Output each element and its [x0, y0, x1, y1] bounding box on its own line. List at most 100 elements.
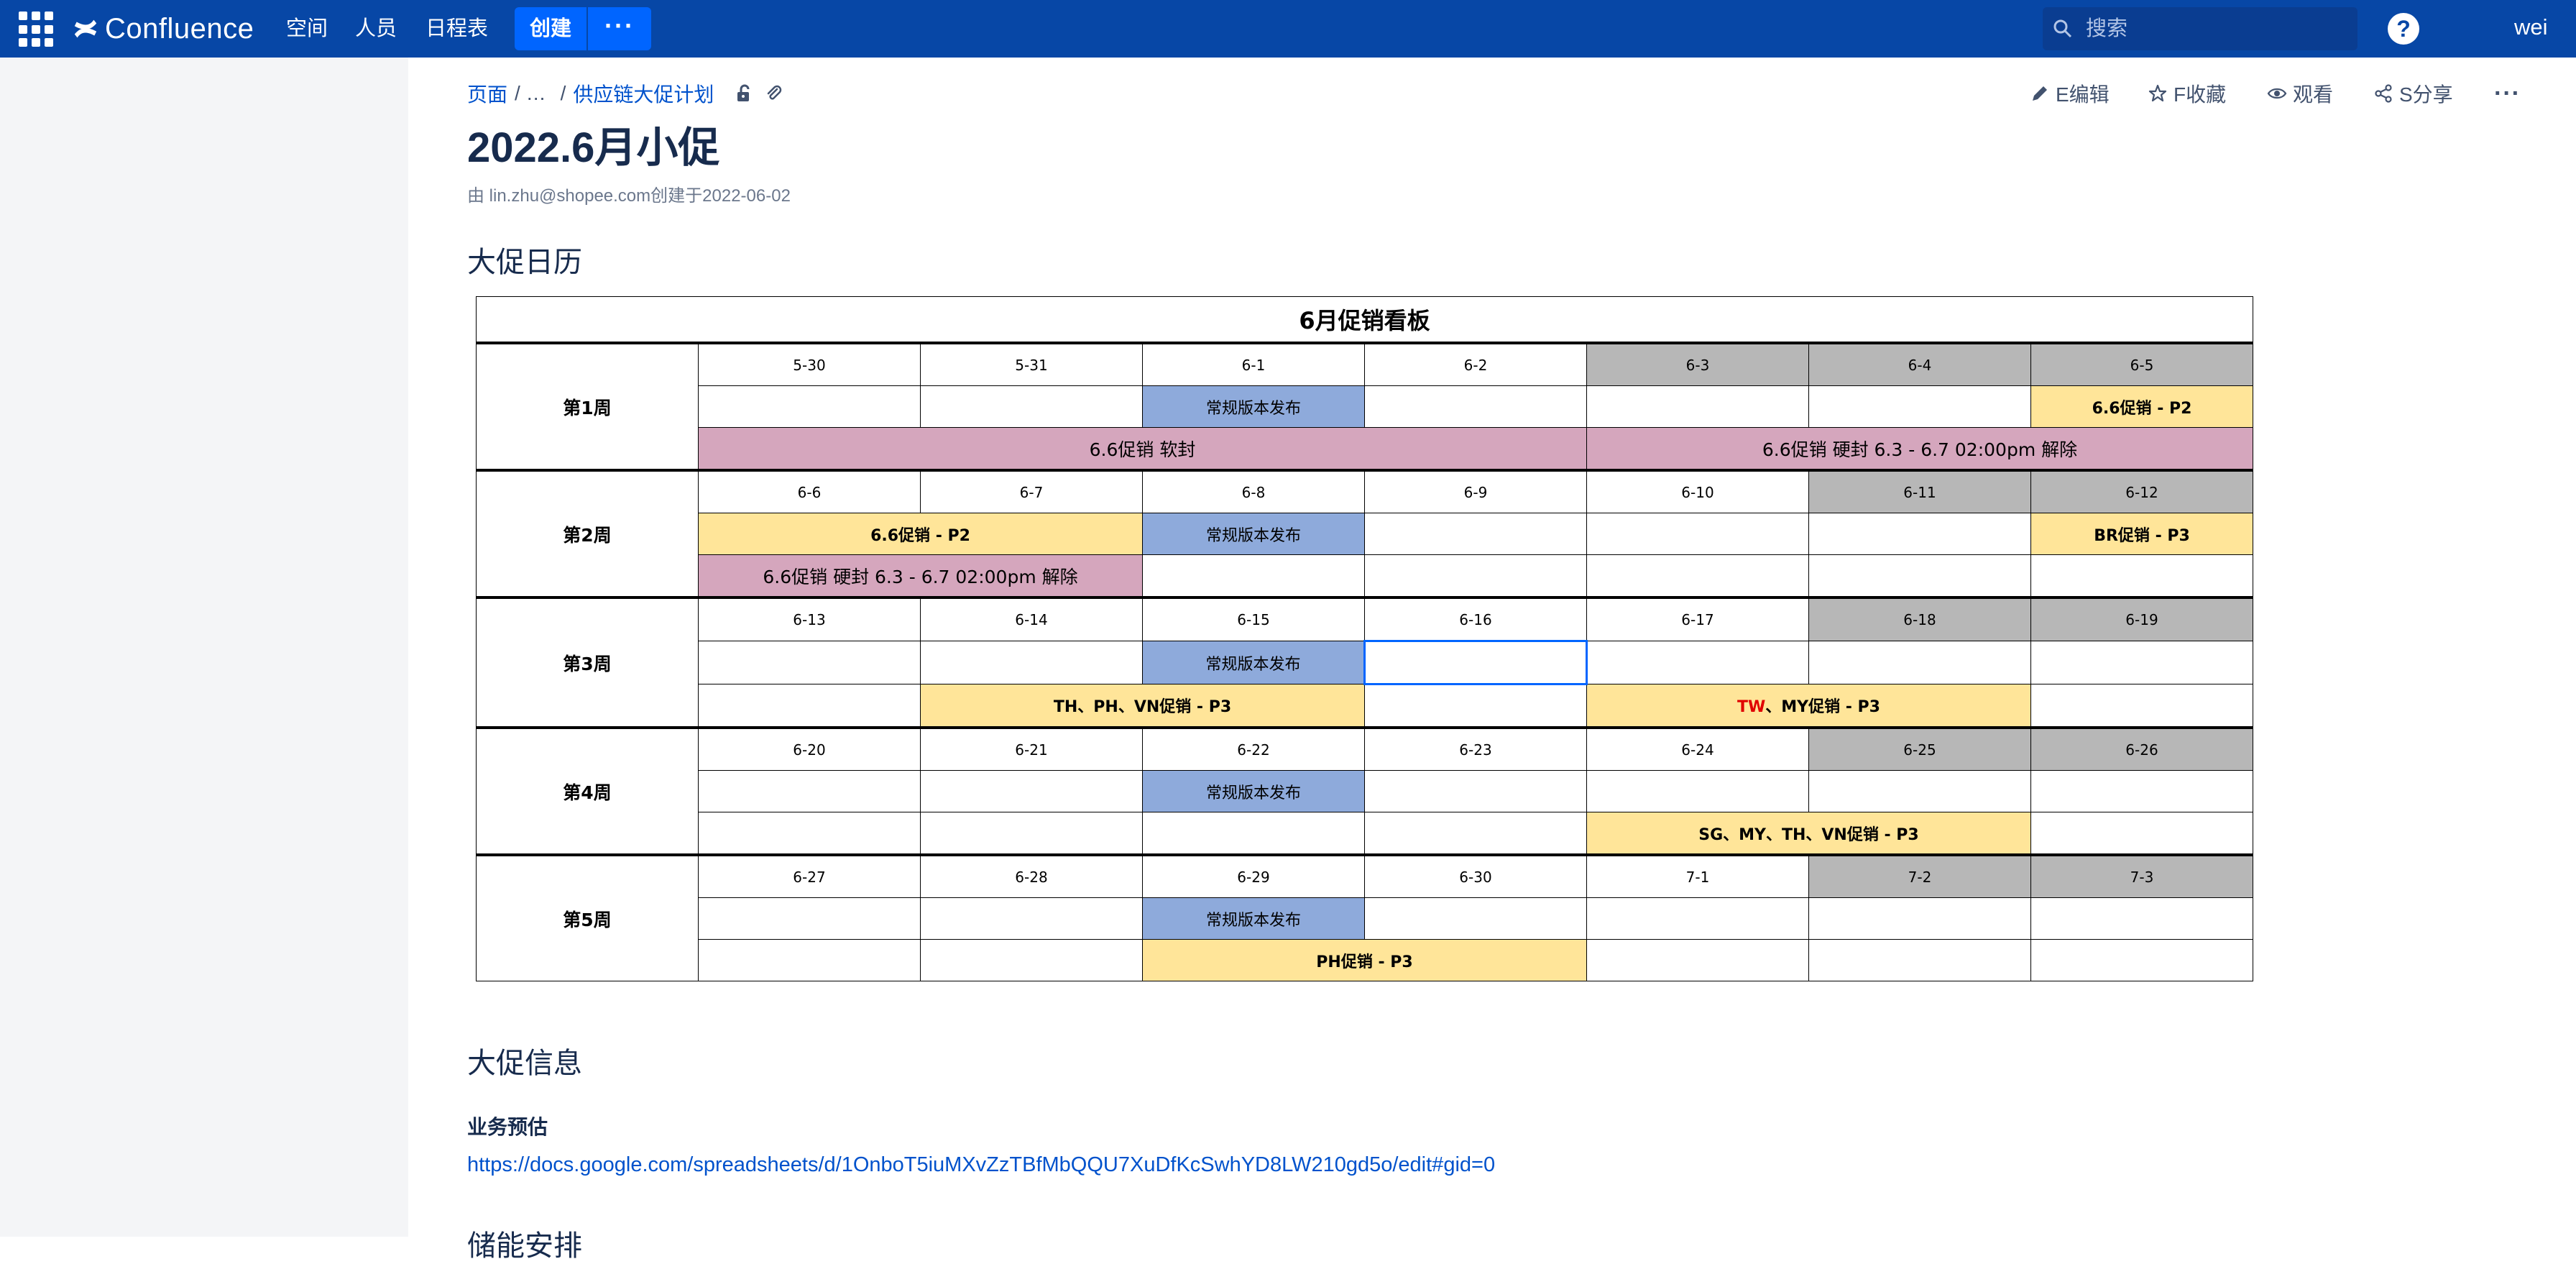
date-cell[interactable]: 5-31: [920, 342, 1143, 386]
breadcrumb-parent[interactable]: 供应链大促计划: [573, 79, 714, 108]
empty-cell[interactable]: [920, 385, 1143, 428]
empty-cell[interactable]: [698, 684, 921, 728]
date-cell[interactable]: 6-24: [1586, 726, 1809, 771]
empty-cell[interactable]: [2030, 554, 2253, 598]
empty-cell[interactable]: [698, 770, 921, 812]
empty-cell[interactable]: [2030, 641, 2253, 684]
date-cell[interactable]: 6-29: [1142, 853, 1365, 898]
hard-freeze-cell[interactable]: 6.6促销 硬封 6.3 - 6.7 02:00pm 解除: [698, 554, 1143, 598]
promo-cell[interactable]: 6.6促销 - P2: [698, 513, 1143, 555]
date-cell[interactable]: 6-27: [698, 853, 921, 898]
date-cell-weekend[interactable]: 6-19: [2030, 596, 2253, 641]
empty-cell[interactable]: [1586, 554, 1809, 598]
soft-freeze-cell[interactable]: 6.6促销 软封: [698, 427, 1587, 471]
empty-cell[interactable]: [698, 812, 921, 856]
empty-cell[interactable]: [920, 641, 1143, 684]
forecast-spreadsheet-link[interactable]: https://docs.google.com/spreadsheets/d/1…: [467, 1153, 1495, 1177]
date-cell[interactable]: 6-23: [1364, 726, 1587, 771]
release-cell[interactable]: 常规版本发布: [1142, 513, 1365, 555]
help-icon[interactable]: ?: [2388, 13, 2419, 45]
empty-cell[interactable]: [920, 770, 1143, 812]
date-cell[interactable]: 6-20: [698, 726, 921, 771]
date-cell-weekend[interactable]: 6-5: [2030, 342, 2253, 386]
release-cell[interactable]: 常规版本发布: [1142, 770, 1365, 812]
date-cell[interactable]: 6-1: [1142, 342, 1365, 386]
watch-button[interactable]: 观看: [2267, 76, 2333, 111]
empty-cell[interactable]: [1808, 385, 2031, 428]
unlock-icon[interactable]: [734, 83, 754, 104]
empty-cell[interactable]: [1364, 513, 1587, 555]
promo-cell[interactable]: SG、MY、TH、VN促销 - P3: [1586, 812, 2031, 856]
release-cell[interactable]: 常规版本发布: [1142, 897, 1365, 940]
empty-cell[interactable]: [1586, 641, 1809, 684]
empty-cell[interactable]: [698, 641, 921, 684]
empty-cell[interactable]: [1808, 513, 2031, 555]
date-cell-weekend[interactable]: 7-3: [2030, 853, 2253, 898]
empty-cell[interactable]: [1586, 385, 1809, 428]
more-actions-button[interactable]: ···: [2494, 76, 2521, 111]
create-more-button[interactable]: ···: [588, 7, 651, 50]
date-cell[interactable]: 6-7: [920, 469, 1143, 513]
empty-cell[interactable]: [1364, 812, 1587, 856]
date-cell-weekend[interactable]: 6-25: [1808, 726, 2031, 771]
date-cell[interactable]: 6-2: [1364, 342, 1587, 386]
create-button[interactable]: 创建: [515, 7, 586, 50]
attachment-icon[interactable]: [764, 83, 784, 104]
app-switcher-icon[interactable]: [19, 12, 55, 47]
empty-cell[interactable]: [1364, 554, 1587, 598]
date-cell[interactable]: 6-14: [920, 596, 1143, 641]
date-cell[interactable]: 6-10: [1586, 469, 1809, 513]
date-cell[interactable]: 6-22: [1142, 726, 1365, 771]
date-cell[interactable]: 6-17: [1586, 596, 1809, 641]
search-input[interactable]: 搜索: [2043, 7, 2358, 50]
date-cell[interactable]: 6-21: [920, 726, 1143, 771]
date-cell-weekend[interactable]: 6-26: [2030, 726, 2253, 771]
empty-cell[interactable]: [2030, 770, 2253, 812]
nav-people[interactable]: 人员: [355, 13, 397, 45]
empty-cell[interactable]: [1142, 812, 1365, 856]
promo-cell[interactable]: PH促销 - P3: [1142, 939, 1587, 981]
empty-cell[interactable]: [698, 939, 921, 981]
date-cell-weekend[interactable]: 6-4: [1808, 342, 2031, 386]
empty-cell[interactable]: [1808, 897, 2031, 940]
empty-cell[interactable]: [1808, 641, 2031, 684]
date-cell-weekend[interactable]: 6-18: [1808, 596, 2031, 641]
date-cell[interactable]: 6-9: [1364, 469, 1587, 513]
empty-cell[interactable]: [1142, 554, 1365, 598]
promo-cell[interactable]: TH、PH、VN促销 - P3: [920, 684, 1365, 728]
date-cell[interactable]: 6-28: [920, 853, 1143, 898]
empty-cell[interactable]: [1364, 684, 1587, 728]
empty-cell[interactable]: [1808, 770, 2031, 812]
empty-cell[interactable]: [920, 939, 1143, 981]
release-cell[interactable]: 常规版本发布: [1142, 641, 1365, 684]
promo-cell[interactable]: TW、MY促销 - P3: [1586, 684, 2031, 728]
share-button[interactable]: S分享: [2373, 76, 2453, 111]
confluence-logo[interactable]: Confluence: [72, 9, 254, 49]
breadcrumb-ellipsis[interactable]: / …: [515, 82, 546, 105]
empty-cell[interactable]: [2030, 897, 2253, 940]
release-cell[interactable]: 常规版本发布: [1142, 385, 1365, 428]
empty-cell[interactable]: [1364, 770, 1587, 812]
date-cell-weekend[interactable]: 6-11: [1808, 469, 2031, 513]
empty-cell[interactable]: [2030, 939, 2253, 981]
date-cell-weekend[interactable]: 6-12: [2030, 469, 2253, 513]
breadcrumb-pages[interactable]: 页面: [467, 79, 507, 108]
empty-cell[interactable]: [1808, 939, 2031, 981]
hard-freeze-cell[interactable]: 6.6促销 硬封 6.3 - 6.7 02:00pm 解除: [1586, 427, 2253, 471]
nav-calendars[interactable]: 日程表: [426, 13, 488, 45]
date-cell-weekend[interactable]: 6-3: [1586, 342, 1809, 386]
empty-cell[interactable]: [2030, 684, 2253, 728]
empty-cell[interactable]: [2030, 812, 2253, 856]
date-cell[interactable]: 7-1: [1586, 853, 1809, 898]
date-cell[interactable]: 6-15: [1142, 596, 1365, 641]
date-cell[interactable]: 6-13: [698, 596, 921, 641]
date-cell[interactable]: 6-16: [1364, 596, 1587, 641]
empty-cell[interactable]: [920, 897, 1143, 940]
promo-cell[interactable]: BR促销 - P3: [2030, 513, 2253, 555]
empty-cell[interactable]: [698, 385, 921, 428]
empty-cell[interactable]: [920, 812, 1143, 856]
favorite-button[interactable]: F收藏: [2148, 76, 2226, 111]
edit-button[interactable]: E编辑: [2030, 76, 2110, 111]
date-cell[interactable]: 6-6: [698, 469, 921, 513]
date-cell-weekend[interactable]: 7-2: [1808, 853, 2031, 898]
